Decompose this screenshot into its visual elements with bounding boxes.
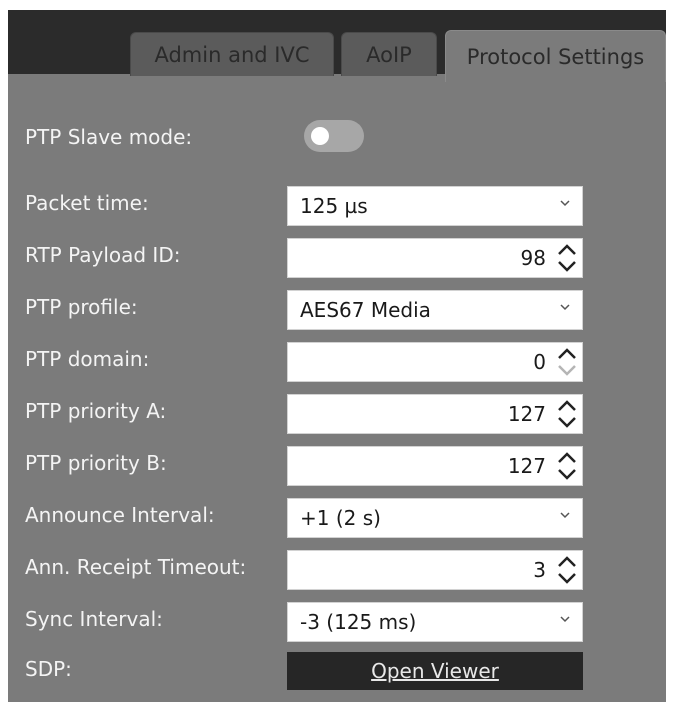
chevron-down-icon[interactable] (555, 570, 579, 587)
ptp-profile-value: AES67 Media (300, 298, 431, 322)
announce-interval-value: +1 (2 s) (300, 506, 381, 530)
packet-time-select[interactable]: 125 µs (287, 186, 583, 226)
chevron-up-icon[interactable] (555, 345, 579, 362)
ptp-domain-label: PTP domain: (25, 347, 150, 371)
packet-time-value: 125 µs (300, 194, 368, 218)
ann-receipt-timeout-value: 3 (533, 558, 546, 582)
sdp-label: SDP: (25, 657, 72, 681)
ptp-domain-stepper[interactable]: 0 (287, 342, 583, 382)
ptp-priority-a-value: 127 (507, 402, 546, 426)
rtp-payload-id-stepper[interactable]: 98 (287, 238, 583, 278)
tab-protocol-settings[interactable]: Protocol Settings (445, 30, 666, 82)
announce-interval-label: Announce Interval: (25, 503, 215, 527)
chevron-down-icon (558, 612, 572, 626)
rtp-payload-id-label: RTP Payload ID: (25, 243, 181, 267)
chevron-down-icon[interactable] (555, 258, 579, 275)
chevron-down-icon (555, 362, 579, 379)
toggle-knob (311, 127, 329, 145)
announce-interval-select[interactable]: +1 (2 s) (287, 498, 583, 538)
chevron-down-icon (558, 508, 572, 522)
rtp-payload-id-value: 98 (520, 246, 546, 270)
packet-time-label: Packet time: (25, 191, 149, 215)
ptp-priority-a-label: PTP priority A: (25, 399, 167, 423)
ptp-priority-b-value: 127 (507, 454, 546, 478)
ptp-priority-a-stepper[interactable]: 127 (287, 394, 583, 434)
tab-admin-and-ivc[interactable]: Admin and IVC (130, 32, 334, 76)
tab-aoip[interactable]: AoIP (341, 32, 437, 76)
protocol-settings-window: Admin and IVC AoIP Protocol Settings PTP… (8, 10, 666, 702)
sync-interval-label: Sync Interval: (25, 607, 163, 631)
chevron-down-icon[interactable] (555, 466, 579, 483)
open-viewer-button[interactable]: Open Viewer (287, 652, 583, 690)
ptp-slave-mode-label: PTP Slave mode: (25, 125, 193, 149)
ptp-slave-mode-toggle[interactable] (304, 120, 364, 152)
sync-interval-value: -3 (125 ms) (300, 610, 417, 634)
chevron-up-icon[interactable] (555, 553, 579, 570)
ann-receipt-timeout-stepper[interactable]: 3 (287, 550, 583, 590)
chevron-down-icon (558, 196, 572, 210)
sync-interval-select[interactable]: -3 (125 ms) (287, 602, 583, 642)
chevron-up-icon[interactable] (555, 241, 579, 258)
ann-receipt-timeout-label: Ann. Receipt Timeout: (25, 555, 247, 579)
chevron-down-icon (558, 300, 572, 314)
ptp-priority-b-stepper[interactable]: 127 (287, 446, 583, 486)
ptp-profile-label: PTP profile: (25, 295, 138, 319)
ptp-profile-select[interactable]: AES67 Media (287, 290, 583, 330)
chevron-up-icon[interactable] (555, 397, 579, 414)
chevron-down-icon[interactable] (555, 414, 579, 431)
chevron-up-icon[interactable] (555, 449, 579, 466)
ptp-priority-b-label: PTP priority B: (25, 451, 167, 475)
ptp-domain-value: 0 (533, 350, 546, 374)
